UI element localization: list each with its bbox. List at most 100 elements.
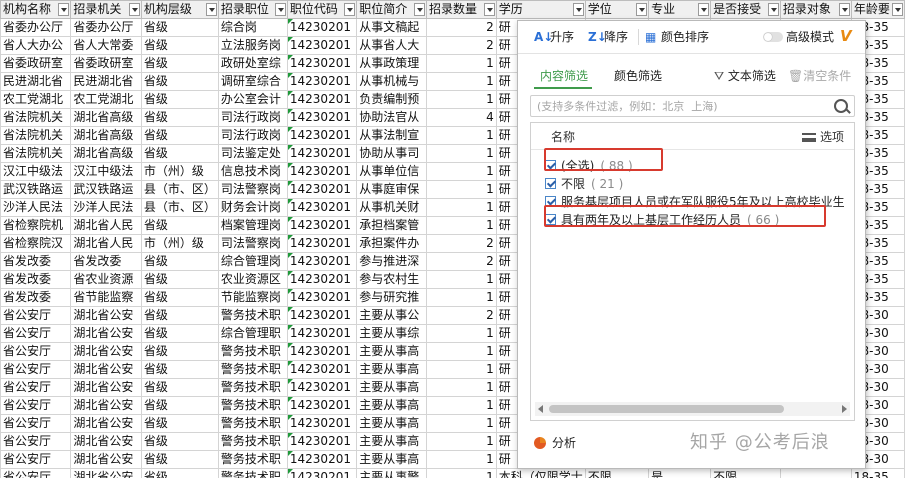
scroll-right-icon[interactable] <box>842 405 847 413</box>
search-icon[interactable] <box>834 99 848 113</box>
table-cell[interactable]: 警务技术职 <box>217 306 288 325</box>
table-cell[interactable]: 警务技术职 <box>217 432 288 451</box>
table-cell[interactable]: 14230201 <box>286 162 358 181</box>
table-cell[interactable]: 立法服务岗 <box>217 36 288 55</box>
value-list[interactable]: 名称 选项 (全选)( 88 ) 不限( 21 ) 服务基层项目人员或在军队服役… <box>530 122 855 421</box>
table-cell[interactable]: 湖北省公安 <box>70 450 142 469</box>
table-cell[interactable]: 汉江中级法 <box>0 162 72 181</box>
table-cell[interactable]: 14230201 <box>286 432 358 451</box>
table-cell[interactable]: 省发改委 <box>0 252 72 271</box>
table-cell[interactable]: 省级 <box>140 252 219 271</box>
table-cell[interactable]: 调研室综合 <box>217 72 288 91</box>
table-cell[interactable]: 综合岗 <box>217 18 288 37</box>
table-cell[interactable]: 综合管理岗 <box>217 252 288 271</box>
table-cell[interactable]: 1 <box>426 90 497 109</box>
table-cell[interactable]: 主要从事综 <box>356 324 428 343</box>
table-cell[interactable]: 从事省人大 <box>356 36 428 55</box>
table-cell[interactable]: 1 <box>426 126 497 145</box>
column-header[interactable]: 职位简介 <box>356 0 428 19</box>
table-cell[interactable]: 司法警察岗 <box>217 180 288 199</box>
table-cell[interactable]: 2 <box>426 306 497 325</box>
scroll-left-icon[interactable] <box>538 405 543 413</box>
table-cell[interactable]: 14230201 <box>286 234 358 253</box>
table-cell[interactable]: 省公安厅 <box>0 342 72 361</box>
table-cell[interactable]: 从事庭审保 <box>356 180 428 199</box>
table-cell[interactable]: 14230201 <box>286 360 358 379</box>
table-cell[interactable]: 14230201 <box>286 414 358 433</box>
table-cell[interactable]: 省公安厅 <box>0 432 72 451</box>
column-header[interactable]: 招录数量 <box>426 0 497 19</box>
table-cell[interactable]: 1 <box>426 468 497 478</box>
table-cell[interactable]: 主要从事高 <box>356 450 428 469</box>
table-cell[interactable]: 省发改委 <box>70 252 142 271</box>
table-cell[interactable]: 省公安厅 <box>0 360 72 379</box>
table-cell[interactable]: 参与研究推 <box>356 288 428 307</box>
table-cell[interactable]: 省级 <box>140 306 219 325</box>
tab-content-filter[interactable]: 内容筛选 <box>540 68 588 84</box>
column-header[interactable]: 学位 <box>584 0 650 19</box>
sort-descending-button[interactable]: Z↓降序 <box>588 29 628 45</box>
table-cell[interactable]: 不限 <box>710 468 781 478</box>
table-cell[interactable]: 省发改委 <box>0 270 72 289</box>
table-cell[interactable]: 省级 <box>140 432 219 451</box>
filter-dropdown-icon[interactable] <box>128 3 140 16</box>
table-cell[interactable]: 省检察院汉 <box>0 234 72 253</box>
table-cell[interactable]: 14230201 <box>286 144 358 163</box>
table-cell[interactable]: 省级 <box>140 414 219 433</box>
table-cell[interactable]: 参与推进深 <box>356 252 428 271</box>
table-cell[interactable]: 1 <box>426 270 497 289</box>
column-header[interactable]: 机构名称 <box>0 0 72 19</box>
table-cell[interactable]: 14230201 <box>286 396 358 415</box>
table-cell[interactable]: 从事文稿起 <box>356 18 428 37</box>
table-cell[interactable]: 从事法制宣 <box>356 126 428 145</box>
table-cell[interactable]: 从事单位信 <box>356 162 428 181</box>
table-cell[interactable]: 沙洋人民法 <box>70 198 142 217</box>
filter-dropdown-icon[interactable] <box>892 3 903 16</box>
table-cell[interactable]: 农业资源区 <box>217 270 288 289</box>
table-cell[interactable]: 承担案件办 <box>356 234 428 253</box>
table-cell[interactable]: 警务技术职 <box>217 360 288 379</box>
table-cell[interactable]: 省人大办公 <box>0 36 72 55</box>
color-sort-button[interactable]: ▦ 颜色排序 <box>645 29 709 45</box>
table-cell[interactable]: 1 <box>426 378 497 397</box>
table-cell[interactable]: 政研处室综 <box>217 54 288 73</box>
table-cell[interactable]: 2 <box>426 234 497 253</box>
table-cell[interactable]: 沙洋人民法 <box>0 198 72 217</box>
table-cell[interactable]: 主要从事警 <box>356 468 428 478</box>
sort-ascending-button[interactable]: A↓升序 <box>534 29 574 45</box>
table-cell[interactable]: 1 <box>426 396 497 415</box>
table-cell[interactable]: 武汉铁路运 <box>0 180 72 199</box>
table-cell[interactable]: 湖北省高级 <box>70 126 142 145</box>
table-cell[interactable]: 1 <box>426 54 497 73</box>
table-cell[interactable]: 司法行政岗 <box>217 108 288 127</box>
table-cell[interactable]: 1 <box>426 144 497 163</box>
filter-dropdown-icon[interactable] <box>636 3 648 16</box>
table-cell[interactable]: 主要从事高 <box>356 414 428 433</box>
list-item-unlimited[interactable]: 不限( 21 ) <box>545 175 623 193</box>
table-cell[interactable]: 湖北省公安 <box>70 378 142 397</box>
table-cell[interactable]: 14230201 <box>286 324 358 343</box>
table-cell[interactable]: 省委办公厅 <box>70 18 142 37</box>
table-cell[interactable]: 省农业资源 <box>70 270 142 289</box>
table-cell[interactable]: 湖北省人民 <box>70 234 142 253</box>
table-cell[interactable]: 14230201 <box>286 288 358 307</box>
table-cell[interactable]: 1 <box>426 342 497 361</box>
table-cell[interactable]: 14230201 <box>286 468 358 478</box>
table-cell[interactable]: 主要从事高 <box>356 432 428 451</box>
filter-dropdown-icon[interactable] <box>58 3 70 16</box>
table-cell[interactable] <box>779 468 852 478</box>
filter-search-box[interactable] <box>530 95 855 117</box>
column-header[interactable]: 机构层级 <box>140 0 219 19</box>
table-cell[interactable]: 主要从事公 <box>356 306 428 325</box>
table-cell[interactable]: 警务技术职 <box>217 378 288 397</box>
table-cell[interactable]: 警务技术职 <box>217 468 288 478</box>
column-header[interactable]: 学历 <box>495 0 586 19</box>
column-header[interactable]: 年龄要 <box>850 0 905 19</box>
table-cell[interactable]: 1 <box>426 360 497 379</box>
table-cell[interactable]: 14230201 <box>286 36 358 55</box>
table-cell[interactable]: 省级 <box>140 324 219 343</box>
filter-dropdown-icon[interactable] <box>274 3 286 16</box>
clear-conditions-button[interactable]: 🗑清空条件 <box>788 68 851 84</box>
checkbox-unlimited[interactable] <box>545 178 556 189</box>
table-cell[interactable]: 14230201 <box>286 450 358 469</box>
